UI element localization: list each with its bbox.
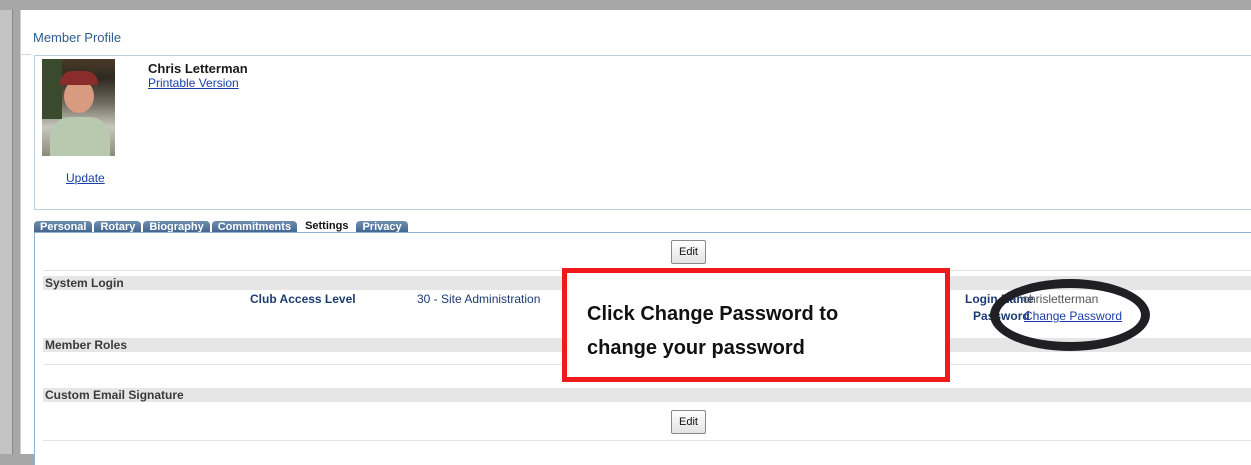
club-access-level-label: Club Access Level [250, 292, 356, 306]
title-divider [21, 54, 31, 55]
tab-settings[interactable]: Settings [299, 219, 355, 233]
page-title: Member Profile [33, 30, 122, 45]
club-access-level-value: 30 - Site Administration [417, 292, 541, 306]
photo-shirt [50, 117, 110, 156]
instruction-callout: Click Change Password to change your pas… [562, 268, 950, 382]
profile-header-box: Chris Letterman Printable Version Update [34, 55, 1251, 210]
photo-background [42, 59, 62, 119]
highlight-ellipse [990, 279, 1150, 351]
update-photo-link[interactable]: Update [66, 171, 105, 185]
callout-line-1: Click Change Password to [587, 303, 839, 325]
left-panel-edge [0, 10, 13, 454]
member-name: Chris Letterman [148, 61, 248, 76]
edit-signature-button[interactable]: Edit [671, 410, 706, 434]
member-profile-page: Member Profile Chris Letterman Printable… [20, 10, 1251, 465]
row-divider [43, 440, 1251, 441]
window-top-strip [0, 0, 1251, 10]
callout-line-2: change your password [587, 337, 805, 359]
edit-settings-button[interactable]: Edit [671, 240, 706, 264]
printable-version-link[interactable]: Printable Version [148, 76, 239, 90]
callout-text: Click Change Password to change your pas… [587, 297, 838, 365]
member-photo [42, 59, 115, 156]
custom-email-signature-header: Custom Email Signature [43, 388, 1251, 402]
profile-tabs: Personal Rotary Biography Commitments Se… [34, 218, 410, 233]
photo-cap [60, 71, 98, 85]
